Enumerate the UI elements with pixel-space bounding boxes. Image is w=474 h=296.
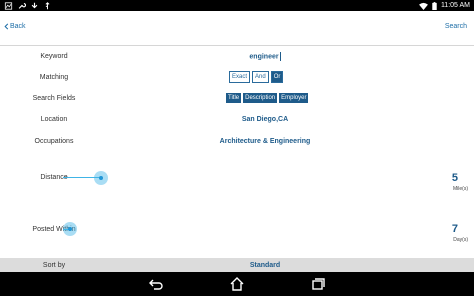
location-row[interactable]: Location San Diego,CA xyxy=(0,109,474,132)
search-fields-toggles: Title Description Employer xyxy=(226,93,309,103)
nav-back-icon[interactable] xyxy=(148,277,164,291)
search-fields-label: Search Fields xyxy=(32,95,76,102)
download-icon xyxy=(31,2,38,8)
occupations-label: Occupations xyxy=(34,138,74,145)
matching-segmented-control: Exact And Or xyxy=(229,71,284,83)
matching-option-exact[interactable]: Exact xyxy=(229,71,251,83)
posted-within-unit: Day(s) xyxy=(453,237,468,243)
distance-row: Distance 5 Mile(s) xyxy=(0,153,474,205)
keyword-label: Keyword xyxy=(40,53,68,60)
search-field-title[interactable]: Title xyxy=(226,93,242,103)
wrench-icon xyxy=(18,2,26,9)
matching-option-or[interactable]: Or xyxy=(270,71,284,83)
usb-icon xyxy=(45,1,50,9)
status-time: 11:05 AM xyxy=(440,2,470,9)
notification-icon xyxy=(4,1,13,10)
back-label: Back xyxy=(10,23,26,30)
status-bar: 11:05 AM xyxy=(0,0,474,11)
top-bar: Back Search xyxy=(0,11,474,46)
search-field-employer[interactable]: Employer xyxy=(279,93,309,103)
text-cursor xyxy=(279,52,281,61)
occupations-value[interactable]: Architecture & Engineering xyxy=(108,138,422,145)
keyword-value: engineer xyxy=(249,53,279,61)
matching-label: Matching xyxy=(39,74,69,81)
sort-by-row[interactable]: Sort by Standard xyxy=(0,258,474,272)
location-value[interactable]: San Diego,CA xyxy=(108,116,422,123)
nav-home-icon[interactable] xyxy=(229,277,245,291)
battery-icon xyxy=(432,1,437,10)
distance-value: 5 xyxy=(451,172,458,184)
keyword-row: Keyword engineer xyxy=(0,46,474,68)
sort-by-value[interactable]: Standard xyxy=(108,262,422,269)
keyword-input[interactable]: engineer xyxy=(108,52,422,61)
posted-within-value: 7 xyxy=(451,223,458,235)
android-nav-bar xyxy=(0,272,474,296)
posted-within-label: Posted Within xyxy=(32,226,76,233)
search-field-description[interactable]: Description xyxy=(243,93,278,103)
distance-slider-thumb[interactable] xyxy=(94,171,108,185)
posted-within-slider-thumb[interactable] xyxy=(63,222,77,236)
nav-recents-icon[interactable] xyxy=(310,277,326,291)
chevron-left-icon xyxy=(4,23,9,30)
matching-row: Matching Exact And Or xyxy=(0,67,474,89)
occupations-row[interactable]: Occupations Architecture & Engineering xyxy=(0,131,474,154)
search-button[interactable]: Search xyxy=(445,23,467,30)
sort-by-label: Sort by xyxy=(42,262,66,269)
distance-unit: Mile(s) xyxy=(453,186,468,192)
location-label: Location xyxy=(40,116,68,123)
back-button[interactable]: Back xyxy=(4,23,26,30)
matching-option-and[interactable]: And xyxy=(252,71,269,83)
wifi-icon xyxy=(418,2,428,10)
posted-within-row: Posted Within 7 Day(s) xyxy=(0,204,474,258)
search-fields-row: Search Fields Title Description Employer xyxy=(0,88,474,110)
